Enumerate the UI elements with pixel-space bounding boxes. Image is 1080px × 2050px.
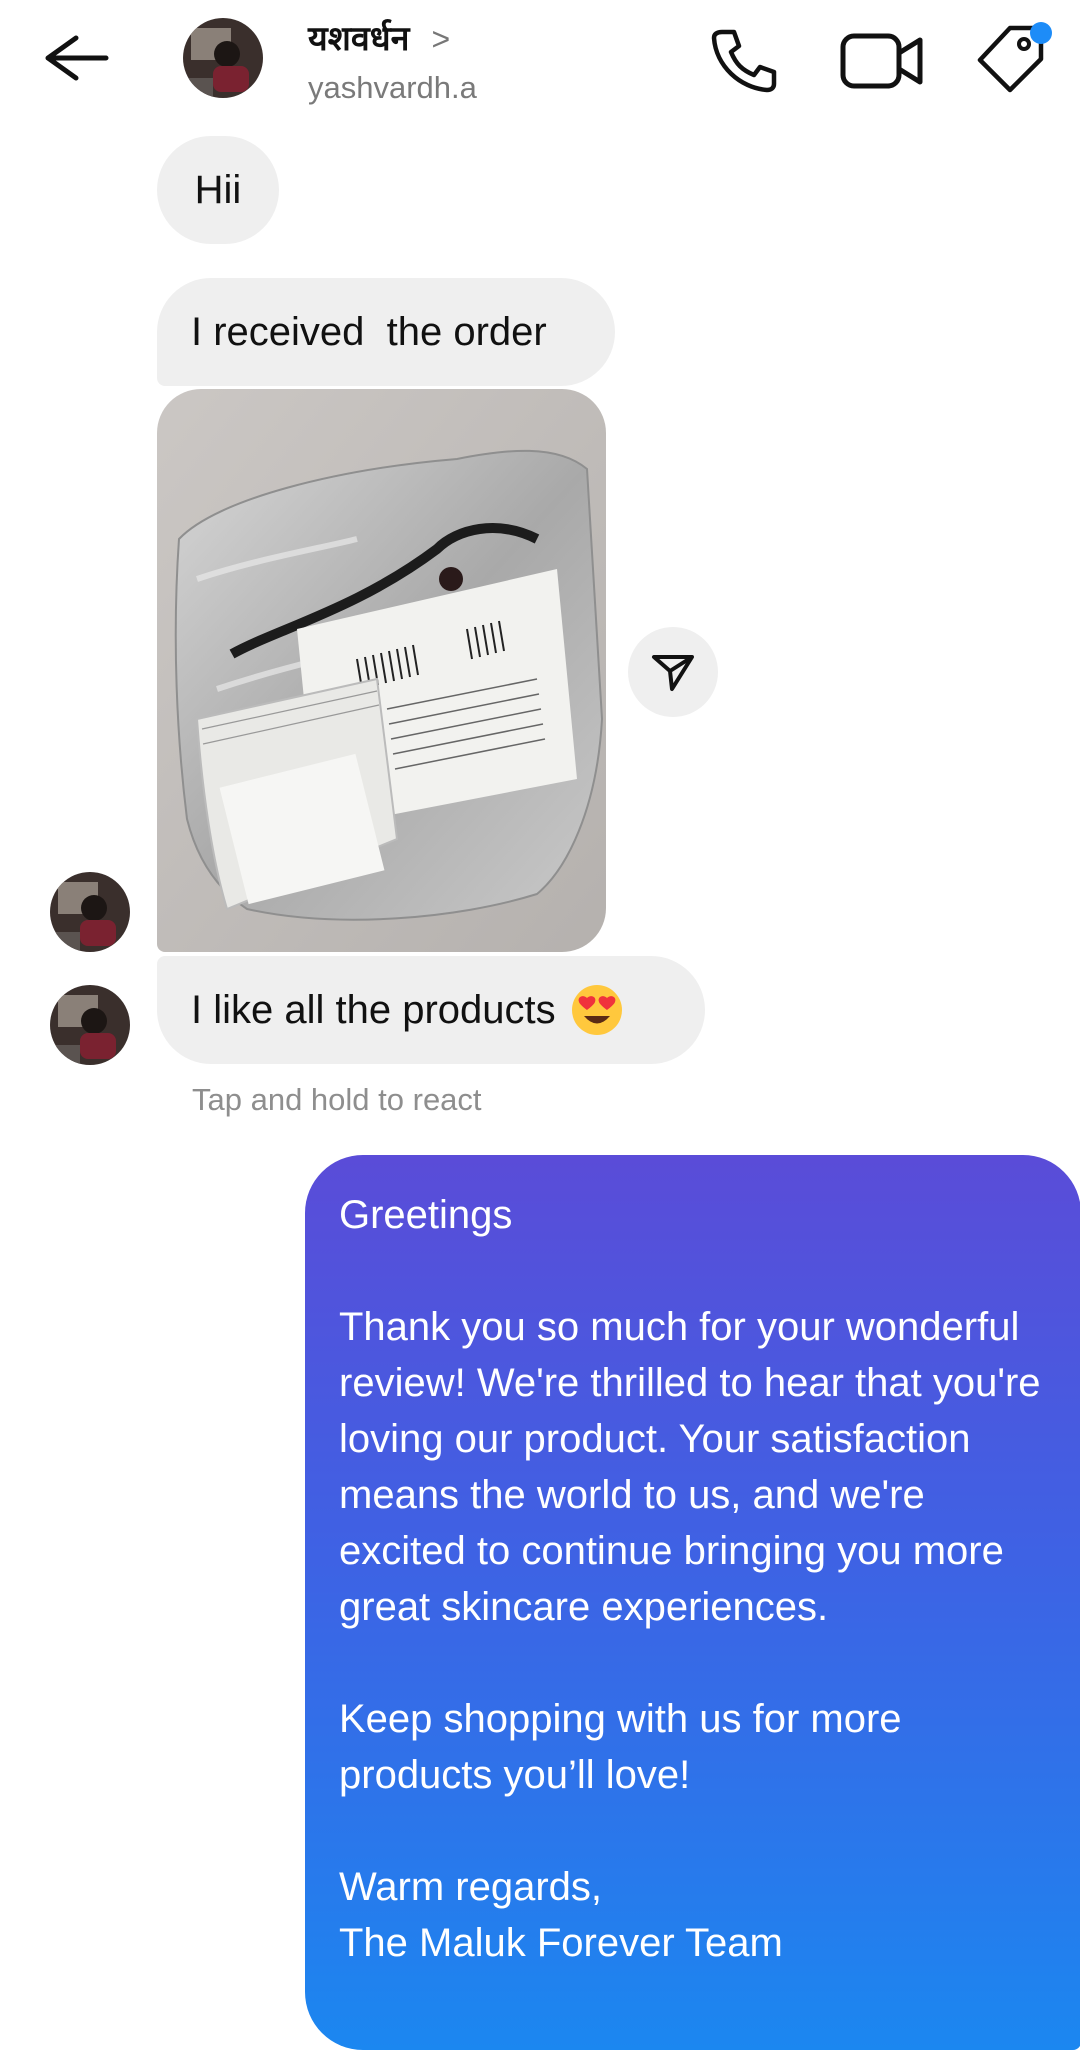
incoming-message[interactable]: I like all the products (157, 956, 705, 1064)
back-arrow-icon (45, 35, 109, 81)
chevron-right-icon: > (431, 21, 451, 57)
username: yashvardh.a (308, 70, 477, 105)
shared-photo[interactable] (157, 389, 606, 952)
contact-name[interactable]: यशवर्धन > (308, 14, 450, 60)
avatar[interactable] (183, 18, 263, 98)
heart-eyes-emoji-icon (571, 985, 622, 1035)
reply-cta: Keep shopping with us for more products … (339, 1697, 902, 1797)
video-camera-icon (840, 33, 923, 89)
send-icon (652, 655, 694, 691)
voice-call-button[interactable] (708, 24, 780, 96)
phone-icon (711, 29, 777, 93)
message-text: I received the order (191, 309, 547, 354)
reply-body: Thank you so much for your wonderful rev… (339, 1305, 1041, 1629)
message-text: I like all the products (191, 987, 556, 1032)
avatar[interactable] (50, 985, 130, 1065)
video-call-button[interactable] (838, 26, 926, 96)
incoming-message[interactable]: Hii (157, 136, 279, 244)
incoming-message[interactable]: I received the order (157, 278, 615, 386)
share-button[interactable] (628, 627, 718, 717)
reply-greeting: Greetings (339, 1193, 513, 1237)
reply-signoff: Warm regards, (339, 1865, 603, 1909)
display-name[interactable]: यशवर्धन (308, 20, 410, 58)
react-hint: Tap and hold to react (192, 1082, 482, 1117)
reply-team: The Maluk Forever Team (339, 1921, 783, 1965)
notification-dot (1030, 22, 1052, 44)
outgoing-message[interactable]: Greetings Thank you so much for your won… (305, 1155, 1080, 2050)
avatar[interactable] (50, 872, 130, 952)
message-text: Hii (194, 167, 242, 212)
back-button[interactable] (40, 28, 120, 88)
